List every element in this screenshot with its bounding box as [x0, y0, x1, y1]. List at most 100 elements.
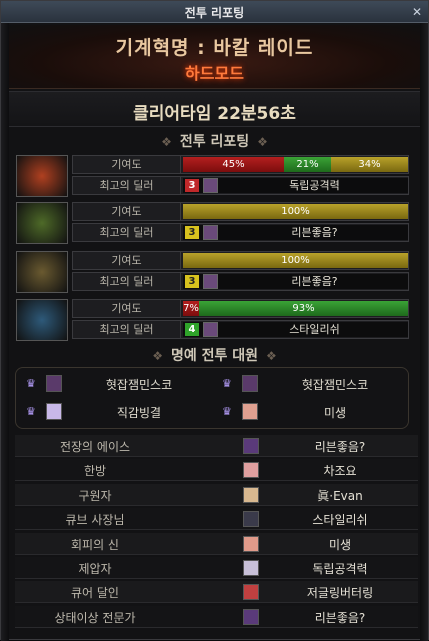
avatar — [203, 274, 218, 289]
contribution-bar: 34% — [331, 157, 408, 172]
avatar — [243, 560, 259, 576]
best-dealer-row: 최고의 딜러 3 리븐좋음? — [72, 272, 409, 291]
award-row[interactable]: 큐브 사장님 스타일리쉬 — [15, 508, 418, 531]
contribution-label: 기여도 — [73, 300, 181, 317]
contribution-bars: 100% — [183, 204, 408, 219]
window-title: 전투 리포팅 — [184, 6, 245, 20]
award-label: 큐어 달인 — [71, 586, 119, 601]
ornament-icon: ❖ — [257, 135, 268, 149]
honor-name: 직감빙결 — [116, 406, 162, 420]
honor-panel: ♛ 혓잡잼민스코 ♛ 혓잡잼민스코 ♛ 직감빙결 ♛ 미생 — [15, 367, 409, 429]
award-row[interactable]: 구원자 眞·Evan — [15, 483, 418, 506]
award-label: 큐브 사장님 — [65, 513, 125, 528]
best-dealer-value[interactable]: 4 스타일리쉬 — [183, 322, 408, 337]
honor-member[interactable]: ♛ 미생 — [216, 402, 406, 424]
right-frame — [420, 23, 428, 641]
avatar — [46, 375, 62, 392]
avatar — [243, 608, 259, 625]
award-player-name: 리븐좋음? — [314, 610, 366, 625]
best-dealer-label: 최고의 딜러 — [73, 224, 181, 241]
honor-name: 혓잡잼민스코 — [105, 378, 173, 392]
avatar — [243, 438, 259, 454]
best-dealer-value[interactable]: 3 리븐좋음? — [183, 225, 408, 240]
award-player-name: 저글링버터링 — [306, 586, 374, 601]
section-battle-report: ❖ 전투 리포팅 ❖ — [9, 131, 420, 153]
award-row[interactable]: 한방 차조요 — [15, 459, 418, 482]
contribution-bars: 100% — [183, 253, 408, 268]
awards-table: 전장의 에이스 리븐좋음? 한방 차조요 구원자 眞·Evan 큐브 사장님 스… — [15, 435, 418, 631]
rank-badge: 3 — [185, 179, 199, 192]
award-label: 상태이상 전문가 — [54, 610, 136, 625]
section-title-text: 전투 리포팅 — [179, 134, 250, 150]
avatar — [203, 178, 218, 193]
crown-icon: ♛ — [26, 377, 36, 390]
best-dealer-value[interactable]: 3 독립공격력 — [183, 178, 408, 193]
award-row[interactable]: 제압자 독립공격력 — [15, 557, 418, 579]
award-label: 회피의 신 — [71, 537, 119, 552]
avatar — [242, 375, 258, 392]
award-player-name: 리븐좋음? — [314, 440, 366, 454]
avatar — [243, 535, 259, 552]
crown-icon: ♛ — [26, 405, 36, 418]
avatar — [242, 403, 258, 420]
avatar — [203, 322, 218, 337]
crown-icon: ♛ — [222, 377, 232, 390]
avatar — [243, 584, 259, 601]
contribution-row: 기여도 100% — [72, 251, 409, 270]
rank-badge: 3 — [185, 226, 199, 239]
raid-mode: 하드모드 — [185, 64, 244, 83]
contribution-bar: 7% — [183, 301, 199, 316]
avatar — [243, 462, 259, 479]
close-button[interactable]: ✕ — [410, 5, 424, 19]
best-dealer-label: 최고의 딜러 — [73, 177, 181, 194]
section-title-text: 명예 전투 대원 — [170, 348, 259, 364]
rank-badge: 3 — [185, 275, 199, 288]
title-bar[interactable]: 전투 리포팅 ✕ — [1, 1, 428, 23]
avatar — [203, 225, 218, 240]
honor-name: 미생 — [323, 406, 347, 420]
character-portrait[interactable] — [16, 155, 68, 197]
player-card: 기여도 7% 93% 최고의 딜러 4 스타일리쉬 — [16, 299, 409, 341]
best-dealer-label: 최고의 딜러 — [73, 273, 181, 290]
contribution-bars: 7% 93% — [183, 301, 408, 316]
honor-member[interactable]: ♛ 혓잡잼민스코 — [20, 374, 210, 396]
honor-member[interactable]: ♛ 직감빙결 — [20, 402, 210, 424]
honor-member[interactable]: ♛ 혓잡잼민스코 — [216, 374, 406, 396]
best-dealer-label: 최고의 딜러 — [73, 321, 181, 338]
ornament-icon: ❖ — [266, 349, 277, 363]
character-portrait[interactable] — [16, 202, 68, 244]
ornament-icon: ❖ — [152, 349, 163, 363]
award-player-name: 미생 — [328, 537, 352, 552]
best-dealer-row: 최고의 딜러 3 리븐좋음? — [72, 223, 409, 242]
player-card: 기여도 45% 21% 34% 최고의 딜러 3 독립공격력 — [16, 155, 409, 197]
contribution-bar: 100% — [183, 204, 408, 219]
award-player-name: 스타일리쉬 — [312, 513, 368, 528]
character-portrait[interactable] — [16, 251, 68, 293]
award-label: 전장의 에이스 — [59, 440, 131, 454]
award-row[interactable]: 상태이상 전문가 리븐좋음? — [15, 605, 418, 628]
contribution-bar: 93% — [199, 301, 408, 316]
avatar — [46, 403, 62, 420]
contribution-row: 기여도 100% — [72, 202, 409, 221]
award-row[interactable]: 회피의 신 미생 — [15, 532, 418, 555]
award-row[interactable]: 전장의 에이스 리븐좋음? — [15, 435, 418, 457]
avatar — [243, 486, 259, 503]
best-dealer-row: 최고의 딜러 4 스타일리쉬 — [72, 320, 409, 339]
best-dealer-value[interactable]: 3 리븐좋음? — [183, 274, 408, 289]
character-portrait[interactable] — [16, 299, 68, 341]
player-card: 기여도 100% 최고의 딜러 3 리븐좋음? — [16, 251, 409, 293]
section-honor: ❖ 명예 전투 대원 ❖ — [9, 345, 420, 367]
rank-badge: 4 — [185, 323, 199, 336]
dealer-name: 리븐좋음? — [291, 226, 338, 239]
award-label: 한방 — [83, 464, 107, 479]
contribution-bars: 45% 21% 34% — [183, 157, 408, 172]
award-label: 구원자 — [78, 488, 112, 503]
dealer-name: 독립공격력 — [289, 179, 340, 192]
raid-banner: 기계혁명 : 바칼 레이드 하드모드 — [9, 25, 420, 89]
contribution-row: 기여도 7% 93% — [72, 299, 409, 318]
dealer-name: 스타일리쉬 — [289, 323, 340, 336]
award-row[interactable]: 큐어 달인 저글링버터링 — [15, 581, 418, 604]
award-player-name: 眞·Evan — [317, 488, 363, 503]
clear-time-panel: 클리어타임 22분56초 — [9, 91, 420, 127]
clear-time: 클리어타임 22분56초 — [133, 104, 296, 124]
